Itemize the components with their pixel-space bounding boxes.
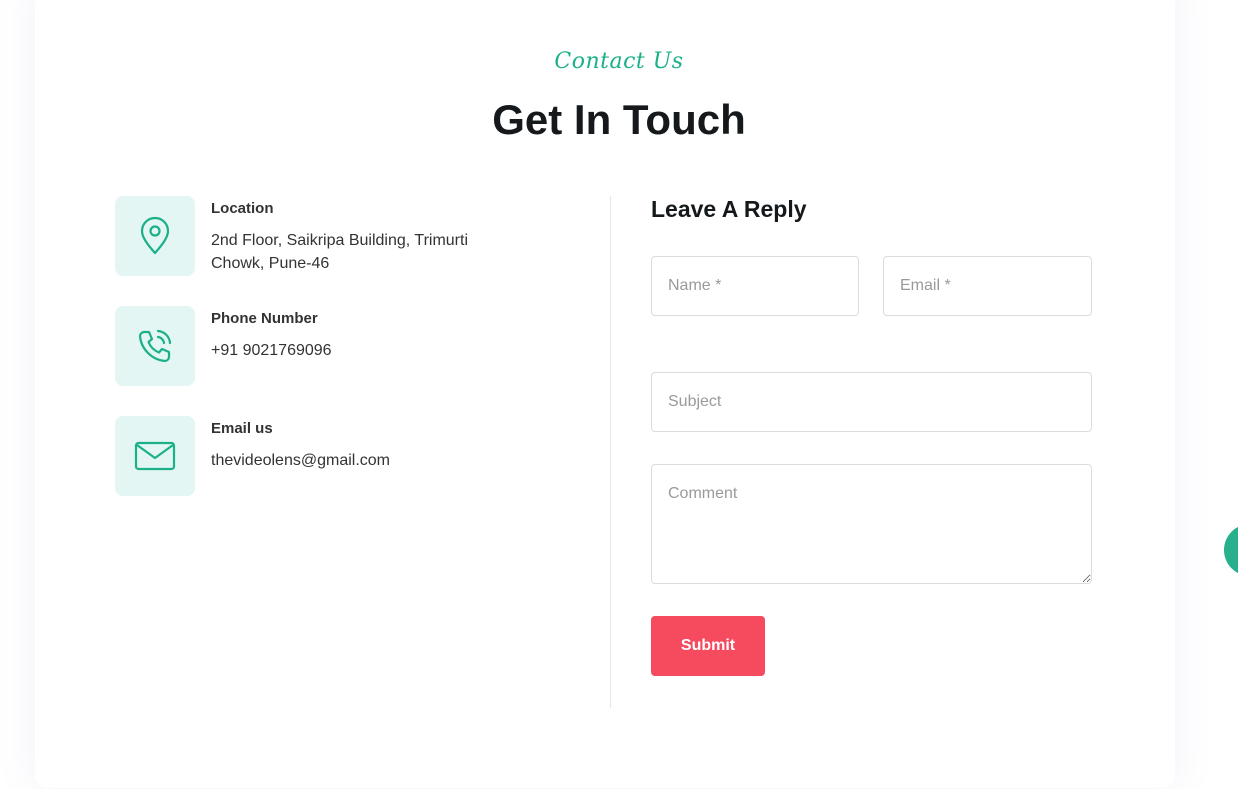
section-eyebrow: Contact Us: [554, 49, 684, 74]
subject-input[interactable]: [651, 372, 1092, 432]
location-label: Location: [211, 200, 274, 217]
email-input[interactable]: [883, 256, 1092, 316]
contact-email: Email us thevideolens@gmail.com: [115, 416, 535, 496]
phone-text: +91 9021769096: [211, 342, 332, 359]
form-title: Leave A Reply: [651, 196, 807, 222]
submit-button[interactable]: Submit: [651, 616, 765, 676]
email-text: thevideolens@gmail.com: [211, 452, 390, 469]
name-input[interactable]: [651, 256, 859, 316]
phone-icon-box: [115, 306, 195, 386]
page-title: Get In Touch: [492, 96, 746, 143]
comment-textarea[interactable]: [651, 464, 1092, 584]
contact-phone: Phone Number +91 9021769096: [115, 306, 535, 386]
column-divider: [610, 196, 611, 708]
location-text: 2nd Floor, Saikripa Building, Trimurti C…: [211, 232, 468, 272]
location-icon-box: [115, 196, 195, 276]
contact-location: Location 2nd Floor, Saikripa Building, T…: [115, 196, 535, 276]
phone-icon: [138, 329, 172, 363]
location-pin-icon: [140, 216, 170, 255]
floating-action-button[interactable]: [1224, 524, 1238, 576]
phone-label: Phone Number: [211, 310, 318, 327]
mail-icon-box: [115, 416, 195, 496]
mail-icon: [134, 441, 176, 471]
email-label: Email us: [211, 420, 273, 437]
